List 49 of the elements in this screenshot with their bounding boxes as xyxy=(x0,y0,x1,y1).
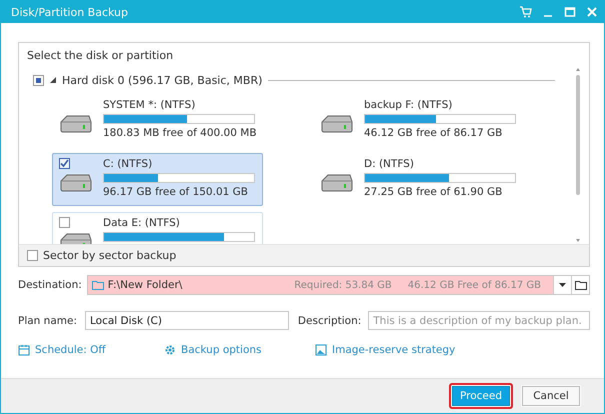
hard-drive-icon xyxy=(320,114,354,134)
partition-name: backup F: (NTFS) xyxy=(364,99,454,111)
cancel-button[interactable]: Cancel xyxy=(519,383,583,409)
collapse-triangle-icon[interactable] xyxy=(50,77,56,83)
hard-drive-icon xyxy=(320,173,354,193)
free-space: 96.17 GB free of 150.01 GB xyxy=(103,186,249,198)
partition-name: D: (NTFS) xyxy=(364,158,415,170)
free-size: 46.12 GB Free of 86.17 GB xyxy=(408,280,541,290)
image-icon xyxy=(315,344,327,356)
window-title: Disk/Partition Backup xyxy=(11,6,129,18)
plan-name-label: Plan name: xyxy=(18,314,77,326)
hard-drive-icon xyxy=(59,173,93,193)
browse-folder-button[interactable] xyxy=(571,276,589,294)
option-link[interactable]: Backup options xyxy=(164,344,315,356)
panel-heading: Select the disk or partition xyxy=(27,48,174,62)
partition-name: C: (NTFS) xyxy=(103,158,154,170)
disk-checkbox[interactable] xyxy=(33,74,44,86)
sector-label: Sector by sector backup xyxy=(43,249,176,262)
partition-card[interactable]: C: (NTFS) 96.17 GB free of 150.01 GB xyxy=(52,153,263,206)
option-link[interactable]: Schedule: Off xyxy=(18,344,164,356)
folder-icon xyxy=(92,280,104,290)
free-space: 27.25 GB free of 61.90 GB xyxy=(364,186,504,198)
description-field[interactable]: This is a description of my backup plan. xyxy=(368,311,590,330)
maximize-icon[interactable] xyxy=(564,6,576,18)
folder-icon xyxy=(574,280,586,290)
destination-label: Destination: xyxy=(18,279,82,291)
close-icon[interactable] xyxy=(586,6,598,18)
partition-checkbox[interactable] xyxy=(59,217,70,228)
partition-name: Data E: (NTFS) xyxy=(103,217,181,229)
free-space: 46.12 GB free of 86.17 GB xyxy=(364,127,504,139)
sector-checkbox[interactable] xyxy=(27,250,38,261)
required-size: Required: 53.84 GB xyxy=(294,280,392,290)
settings-icon xyxy=(164,344,176,356)
caret-icon xyxy=(559,283,566,287)
partition-checkbox[interactable] xyxy=(59,158,70,169)
disk-label: Hard disk 0 (596.17 GB, Basic, MBR) xyxy=(62,74,262,86)
description-label: Description: xyxy=(298,314,362,326)
scrollbar-icon[interactable] xyxy=(573,67,583,243)
partition-name: SYSTEM *: (NTFS) xyxy=(103,99,196,111)
option-link[interactable]: Image-reserve strategy xyxy=(315,344,515,356)
free-space: 180.83 MB free of 400.00 MB xyxy=(103,127,257,139)
hard-drive-icon xyxy=(59,114,93,134)
destination-path: F:\New Folder\ xyxy=(108,279,184,291)
partition-card[interactable]: Data E: (NTFS) xyxy=(52,212,263,244)
cart-icon[interactable] xyxy=(520,6,532,18)
calendar-icon xyxy=(18,344,30,356)
dropdown-button[interactable] xyxy=(553,276,571,294)
plan-name-field[interactable]: Local Disk (C) xyxy=(85,311,289,330)
destination-field[interactable]: F:\New Folder\ Required: 53.84 GB 46.12 GB Free of 86.17 GB xyxy=(86,275,590,295)
